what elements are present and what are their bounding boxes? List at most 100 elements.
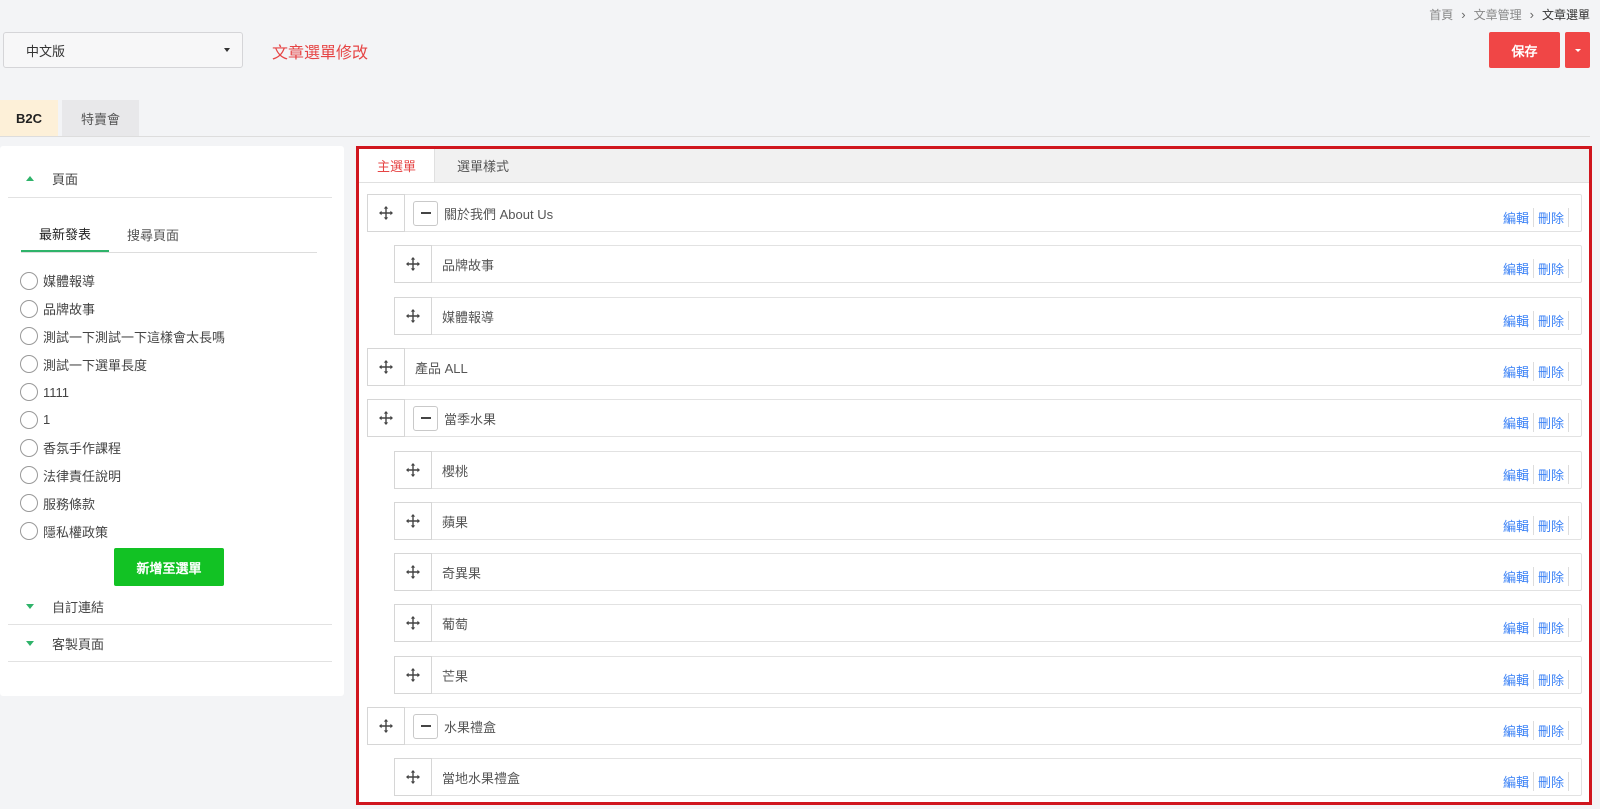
delete-link[interactable]: 刪除 bbox=[1534, 259, 1569, 278]
tab-search-pages[interactable]: 搜尋頁面 bbox=[109, 216, 197, 252]
drag-handle-icon[interactable] bbox=[394, 450, 432, 489]
radio-button[interactable] bbox=[20, 271, 38, 290]
menu-item[interactable]: 蘋果 編輯 刪除 bbox=[394, 501, 1582, 540]
add-to-menu-button[interactable]: 新增至選單 bbox=[114, 548, 224, 586]
delete-link[interactable]: 刪除 bbox=[1534, 772, 1569, 791]
menu-item-label: 產品 ALL bbox=[415, 360, 468, 376]
menu-item[interactable]: 品牌故事 編輯 刪除 bbox=[394, 244, 1582, 283]
drag-handle-icon[interactable] bbox=[394, 757, 432, 796]
page-option-label: 品牌故事 bbox=[43, 302, 96, 318]
collapse-button[interactable] bbox=[413, 200, 438, 226]
drag-handle-icon[interactable] bbox=[394, 552, 432, 591]
delete-link[interactable]: 刪除 bbox=[1534, 618, 1569, 637]
radio-button[interactable] bbox=[20, 410, 38, 429]
radio-button[interactable] bbox=[20, 355, 38, 374]
delete-link[interactable]: 刪除 bbox=[1534, 311, 1569, 330]
edit-link[interactable]: 編輯 bbox=[1503, 208, 1534, 227]
radio-button[interactable] bbox=[20, 299, 38, 318]
delete-link[interactable]: 刪除 bbox=[1534, 208, 1569, 227]
radio-button[interactable] bbox=[20, 466, 38, 485]
drag-handle-icon[interactable] bbox=[367, 706, 405, 745]
edit-link[interactable]: 編輯 bbox=[1503, 516, 1534, 535]
edit-link[interactable]: 編輯 bbox=[1503, 465, 1534, 484]
tab-latest[interactable]: 最新發表 bbox=[21, 216, 110, 252]
delete-link[interactable]: 刪除 bbox=[1534, 362, 1569, 381]
menu-item[interactable]: 芒果 編輯 刪除 bbox=[394, 655, 1582, 694]
page-option[interactable]: 測試一下測試一下這樣會太長嗎 bbox=[20, 323, 225, 351]
language-select-value: 中文版 bbox=[26, 43, 66, 59]
menu-item-label: 當地水果禮盒 bbox=[442, 770, 521, 786]
menu-item[interactable]: 當地水果禮盒 編輯 刪除 bbox=[394, 757, 1582, 796]
radio-button[interactable] bbox=[20, 438, 38, 457]
page-option[interactable]: 隱私權政策 bbox=[20, 517, 225, 545]
save-options-dropdown[interactable] bbox=[1565, 32, 1590, 68]
language-select[interactable]: 中文版 bbox=[3, 32, 243, 68]
tab-menu-style[interactable]: 選單樣式 bbox=[435, 149, 531, 182]
accordion-pages[interactable]: 頁面 bbox=[8, 168, 332, 188]
delete-link[interactable]: 刪除 bbox=[1534, 721, 1569, 740]
edit-link[interactable]: 編輯 bbox=[1503, 362, 1534, 381]
delete-link[interactable]: 刪除 bbox=[1534, 413, 1569, 432]
delete-link[interactable]: 刪除 bbox=[1534, 567, 1569, 586]
menu-item[interactable]: 水果禮盒 編輯 刪除 bbox=[367, 706, 1582, 745]
page-option[interactable]: 法律責任說明 bbox=[20, 462, 225, 490]
drag-handle-icon[interactable] bbox=[394, 603, 432, 642]
menu-item-label: 櫻桃 bbox=[442, 463, 469, 479]
menu-item[interactable]: 櫻桃 編輯 刪除 bbox=[394, 450, 1582, 489]
page-option[interactable]: 品牌故事 bbox=[20, 295, 225, 323]
edit-link[interactable]: 編輯 bbox=[1503, 567, 1534, 586]
edit-link[interactable]: 編輯 bbox=[1503, 721, 1534, 740]
page-option-label: 測試一下選單長度 bbox=[43, 357, 148, 373]
edit-link[interactable]: 編輯 bbox=[1503, 413, 1534, 432]
page-option[interactable]: 1111 bbox=[20, 378, 225, 406]
radio-button[interactable] bbox=[20, 327, 38, 346]
page-option[interactable]: 媒體報導 bbox=[20, 267, 225, 295]
edit-link[interactable]: 編輯 bbox=[1503, 259, 1534, 278]
delete-link[interactable]: 刪除 bbox=[1534, 670, 1569, 689]
collapse-button[interactable] bbox=[413, 405, 438, 431]
tab-main-menu[interactable]: 主選單 bbox=[359, 149, 436, 182]
breadcrumb-current: 文章選單 bbox=[1541, 8, 1590, 22]
menu-item[interactable]: 奇異果 編輯 刪除 bbox=[394, 552, 1582, 591]
drag-handle-icon[interactable] bbox=[367, 398, 405, 437]
accordion-custom-pages[interactable]: 客製頁面 bbox=[8, 633, 332, 653]
store-tab-b2c[interactable]: B2C bbox=[0, 100, 59, 136]
accordion-pages-label: 頁面 bbox=[52, 171, 79, 187]
edit-link[interactable]: 編輯 bbox=[1503, 772, 1534, 791]
page-option[interactable]: 香氛手作課程 bbox=[20, 434, 225, 462]
save-button[interactable]: 保存 bbox=[1489, 32, 1560, 68]
menu-item[interactable]: 產品 ALL 編輯 刪除 bbox=[367, 347, 1582, 386]
edit-link[interactable]: 編輯 bbox=[1503, 670, 1534, 689]
accordion-custom-links[interactable]: 自訂連結 bbox=[8, 596, 332, 616]
page-option-label: 1111 bbox=[43, 384, 70, 400]
page-option[interactable]: 1 bbox=[20, 406, 225, 434]
delete-link[interactable]: 刪除 bbox=[1534, 465, 1569, 484]
page-option[interactable]: 服務條款 bbox=[20, 489, 225, 517]
collapse-button[interactable] bbox=[413, 713, 438, 739]
menu-item[interactable]: 關於我們 About Us 編輯 刪除 bbox=[367, 193, 1582, 232]
delete-link[interactable]: 刪除 bbox=[1534, 516, 1569, 535]
menu-item[interactable]: 媒體報導 編輯 刪除 bbox=[394, 296, 1582, 335]
edit-link[interactable]: 編輯 bbox=[1503, 618, 1534, 637]
breadcrumb-home[interactable]: 首頁 bbox=[1429, 6, 1453, 23]
page-option-label: 香氛手作課程 bbox=[43, 441, 122, 457]
drag-handle-icon[interactable] bbox=[394, 244, 432, 283]
radio-button[interactable] bbox=[20, 494, 38, 513]
drag-handle-icon[interactable] bbox=[367, 193, 405, 232]
breadcrumb-article-management[interactable]: 文章管理 bbox=[1474, 6, 1522, 23]
menu-item[interactable]: 當季水果 編輯 刪除 bbox=[367, 398, 1582, 437]
page-option[interactable]: 測試一下選單長度 bbox=[20, 350, 225, 378]
drag-handle-icon[interactable] bbox=[394, 296, 432, 335]
drag-handle-icon[interactable] bbox=[367, 347, 405, 386]
caret-down-icon bbox=[26, 603, 34, 609]
divider bbox=[0, 136, 1590, 137]
drag-handle-icon[interactable] bbox=[394, 501, 432, 540]
drag-handle-icon[interactable] bbox=[394, 655, 432, 694]
radio-button[interactable] bbox=[20, 383, 38, 402]
menu-item[interactable]: 葡萄 編輯 刪除 bbox=[394, 603, 1582, 642]
radio-button[interactable] bbox=[20, 522, 38, 541]
menu-item-label: 芒果 bbox=[442, 668, 469, 684]
menu-item-label: 媒體報導 bbox=[442, 309, 495, 325]
store-tab-sale[interactable]: 特賣會 bbox=[62, 100, 140, 136]
edit-link[interactable]: 編輯 bbox=[1503, 311, 1534, 330]
